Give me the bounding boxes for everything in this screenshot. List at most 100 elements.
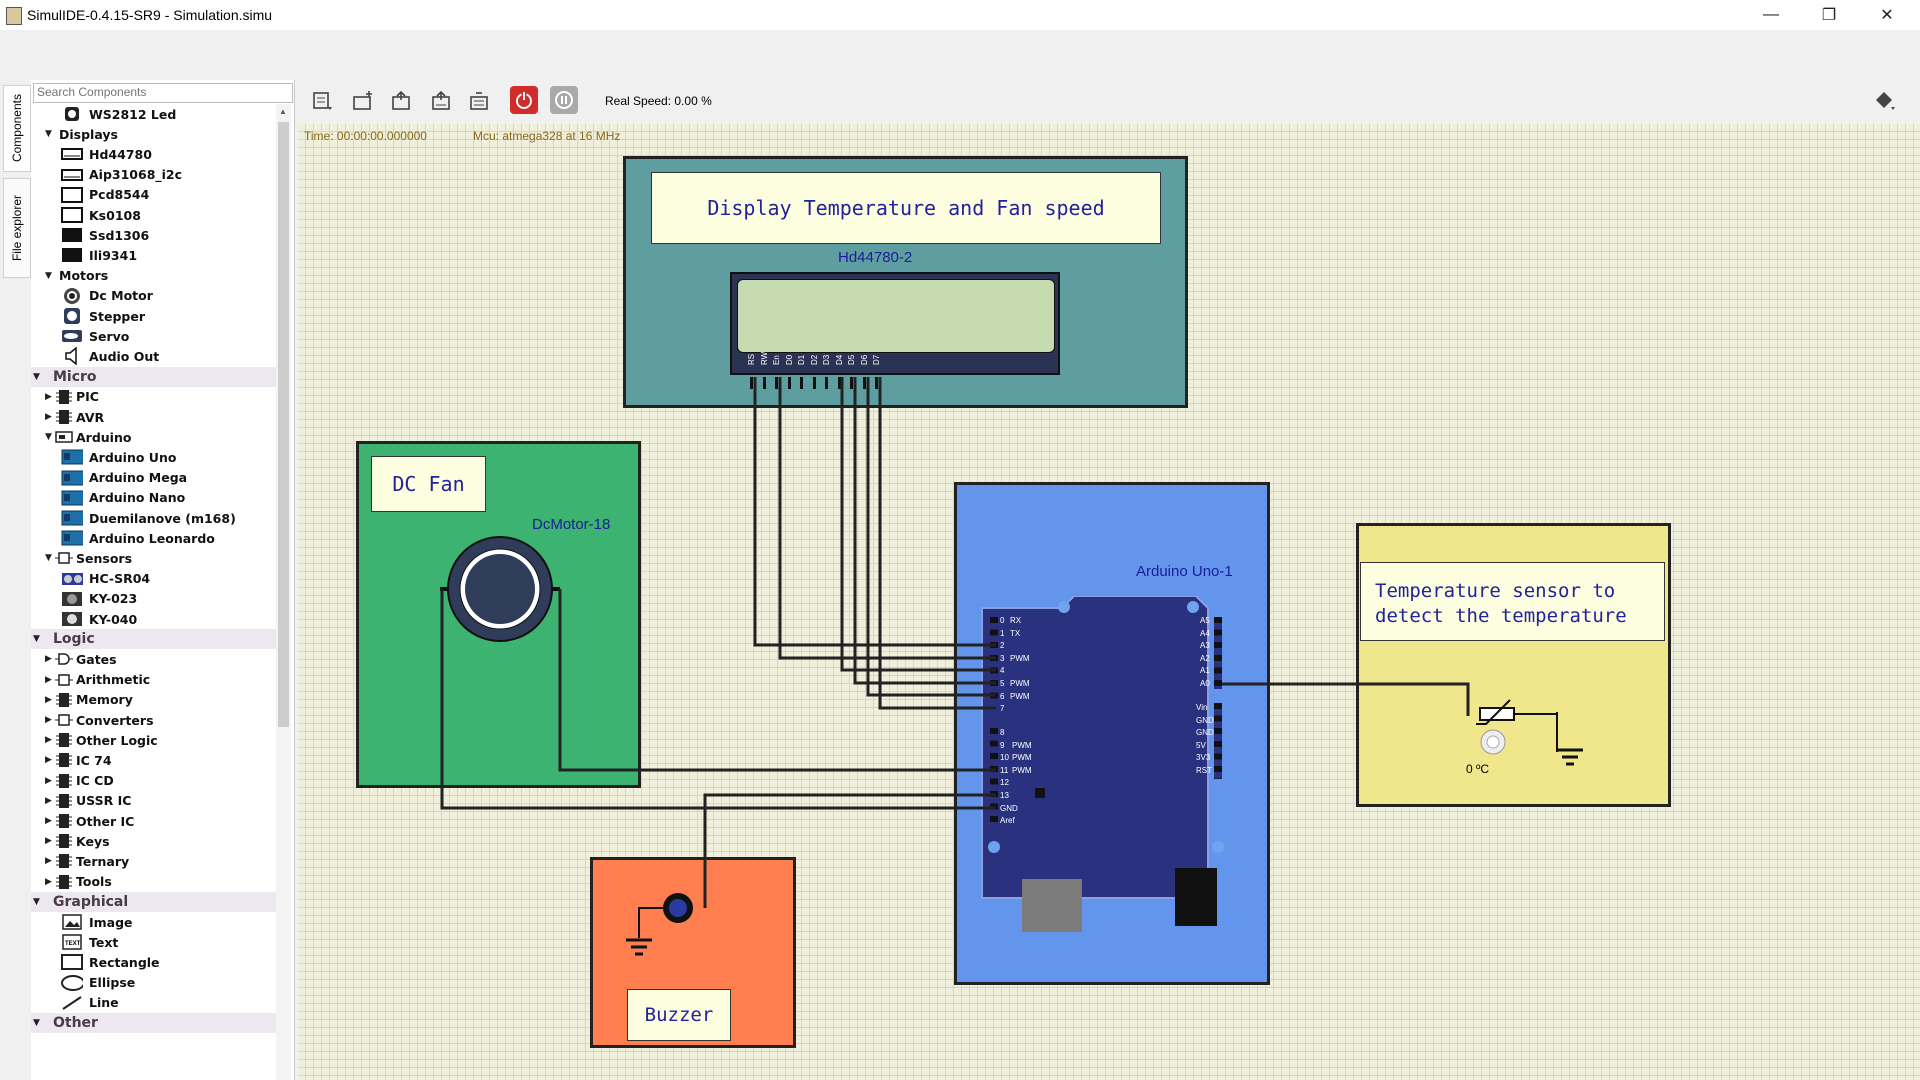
save-as-button[interactable] xyxy=(428,88,454,114)
collapsed-arrow-icon[interactable]: ▶ xyxy=(45,755,52,765)
collapsed-arrow-icon[interactable]: ▶ xyxy=(45,735,52,745)
search-input[interactable] xyxy=(34,84,290,100)
tree-subgroup-ternary[interactable]: ▶ Ternary xyxy=(31,851,276,871)
arduino-pin-header[interactable] xyxy=(990,728,998,828)
collapsed-arrow-icon[interactable]: ▶ xyxy=(45,856,52,866)
save-circuit-button[interactable] xyxy=(388,88,414,114)
tree-item-ssd1306[interactable]: Ssd1306 xyxy=(31,225,276,245)
lcd-note[interactable]: Display Temperature and Fan speed xyxy=(651,172,1161,244)
tree-item-text[interactable]: TEXT Text xyxy=(31,932,276,952)
lcd-pin[interactable] xyxy=(862,377,866,389)
lcd-pin[interactable] xyxy=(775,377,778,389)
lcd-pin[interactable] xyxy=(812,377,816,389)
tree-group-motors[interactable]: ▼ Motors xyxy=(31,266,276,286)
lcd-pin[interactable] xyxy=(875,377,878,389)
collapsed-arrow-icon[interactable]: ▶ xyxy=(45,877,52,887)
tree-item-image[interactable]: Image xyxy=(31,912,276,932)
tree-item-aip31068-i2c[interactable]: Aip31068_i2c xyxy=(31,165,276,185)
info-menu-button[interactable] xyxy=(1872,88,1898,114)
pause-button[interactable] xyxy=(550,86,578,114)
tree-item-ws2812-led[interactable]: WS2812 Led xyxy=(31,104,276,124)
tree-subgroup-converters[interactable]: ▶ Converters xyxy=(31,710,276,730)
lcd-pin[interactable] xyxy=(750,377,753,389)
export-button[interactable] xyxy=(466,88,492,114)
tree-category-micro[interactable]: ▼ Micro xyxy=(31,366,276,387)
collapsed-arrow-icon[interactable]: ▶ xyxy=(45,654,52,664)
tree-subgroup-gates[interactable]: ▶ Gates xyxy=(31,649,276,669)
tree-item-stepper[interactable]: Stepper xyxy=(31,306,276,326)
new-circuit-button[interactable] xyxy=(310,88,336,114)
close-button[interactable]: ✕ xyxy=(1864,0,1910,30)
collapsed-arrow-icon[interactable]: ▶ xyxy=(45,695,52,705)
tree-item-arduino-uno[interactable]: Arduino Uno xyxy=(31,447,276,467)
arduino-pin-header[interactable] xyxy=(1214,703,1222,779)
arduino-pin-header[interactable] xyxy=(990,617,998,703)
tab-components[interactable]: Components xyxy=(3,85,31,172)
tab-file-explorer[interactable]: File explorer xyxy=(3,178,31,278)
tree-subgroup-ic-74[interactable]: ▶ IC 74 xyxy=(31,750,276,770)
lcd-pin[interactable] xyxy=(762,377,766,389)
tree-item-ellipse[interactable]: Ellipse xyxy=(31,973,276,993)
tree-item-servo[interactable]: Servo xyxy=(31,326,276,346)
tree-scrollbar[interactable]: ▲ xyxy=(276,104,291,1080)
lcd-pin[interactable] xyxy=(850,377,853,389)
tree-item-ks0108[interactable]: Ks0108 xyxy=(31,205,276,225)
tree-item-ky-023[interactable]: KY-023 xyxy=(31,589,276,609)
buzzer-note[interactable]: Buzzer xyxy=(627,989,731,1041)
collapsed-arrow-icon[interactable]: ▶ xyxy=(45,392,52,402)
lcd-pin[interactable] xyxy=(787,377,791,389)
tree-category-logic[interactable]: ▼ Logic xyxy=(31,629,276,650)
tree-category-graphical[interactable]: ▼ Graphical xyxy=(31,891,276,912)
collapsed-arrow-icon[interactable]: ▶ xyxy=(45,816,52,826)
sensor-note[interactable]: Temperature sensor to detect the tempera… xyxy=(1360,562,1665,641)
expanded-arrow-icon[interactable]: ▼ xyxy=(45,129,52,139)
tree-subgroup-sensors[interactable]: ▼ Sensors xyxy=(31,548,276,568)
expanded-arrow-icon[interactable]: ▼ xyxy=(33,1018,40,1028)
tree-item-arduino-leonardo[interactable]: Arduino Leonardo xyxy=(31,528,276,548)
tree-subgroup-avr[interactable]: ▶ AVR xyxy=(31,407,276,427)
tree-subgroup-other-ic[interactable]: ▶ Other IC xyxy=(31,811,276,831)
tree-subgroup-keys[interactable]: ▶ Keys xyxy=(31,831,276,851)
tree-item-pcd8544[interactable]: Pcd8544 xyxy=(31,185,276,205)
collapsed-arrow-icon[interactable]: ▶ xyxy=(45,836,52,846)
tree-item-duemilanove-m168[interactable]: Duemilanove (m168) xyxy=(31,508,276,528)
expanded-arrow-icon[interactable]: ▼ xyxy=(33,634,40,644)
restore-button[interactable]: ❐ xyxy=(1806,0,1852,30)
tree-subgroup-ic-cd[interactable]: ▶ IC CD xyxy=(31,771,276,791)
tree-item-line[interactable]: Line xyxy=(31,993,276,1013)
tree-item-ili9341[interactable]: Ili9341 xyxy=(31,245,276,265)
collapsed-arrow-icon[interactable]: ▶ xyxy=(45,776,52,786)
tree-item-audio-out[interactable]: Audio Out xyxy=(31,346,276,366)
arduino-board[interactable] xyxy=(980,596,1230,932)
tree-subgroup-arduino[interactable]: ▼ Arduino xyxy=(31,427,276,447)
tree-item-dc-motor[interactable]: Dc Motor xyxy=(31,286,276,306)
tree-subgroup-arithmetic[interactable]: ▶ Arithmetic xyxy=(31,670,276,690)
fan-note[interactable]: DC Fan xyxy=(371,456,486,512)
tree-item-rectangle[interactable]: Rectangle xyxy=(31,952,276,972)
expanded-arrow-icon[interactable]: ▼ xyxy=(45,553,52,563)
collapsed-arrow-icon[interactable]: ▶ xyxy=(45,715,52,725)
buzzer[interactable] xyxy=(610,893,720,973)
collapsed-arrow-icon[interactable]: ▶ xyxy=(45,412,52,422)
minimize-button[interactable]: — xyxy=(1748,0,1794,30)
dc-motor[interactable] xyxy=(440,535,560,645)
lcd-pin[interactable] xyxy=(825,377,828,389)
expanded-arrow-icon[interactable]: ▼ xyxy=(33,372,40,382)
lcd-pin[interactable] xyxy=(837,377,841,389)
tree-subgroup-ussr-ic[interactable]: ▶ USSR IC xyxy=(31,791,276,811)
scrollbar-thumb[interactable] xyxy=(278,122,289,727)
scroll-up-arrow-icon[interactable]: ▲ xyxy=(279,107,287,116)
tree-item-ky-040[interactable]: KY-040 xyxy=(31,609,276,629)
tree-subgroup-tools[interactable]: ▶ Tools xyxy=(31,872,276,892)
expanded-arrow-icon[interactable]: ▼ xyxy=(33,897,40,907)
open-circuit-button[interactable] xyxy=(350,88,376,114)
tree-category-other[interactable]: ▼ Other xyxy=(31,1013,276,1033)
tree-item-arduino-nano[interactable]: Arduino Nano xyxy=(31,488,276,508)
expanded-arrow-icon[interactable]: ▼ xyxy=(45,271,52,281)
collapsed-arrow-icon[interactable]: ▶ xyxy=(45,675,52,685)
tree-group-displays[interactable]: ▼ Displays xyxy=(31,124,276,144)
arduino-pin-header[interactable] xyxy=(1214,617,1222,689)
power-button[interactable] xyxy=(510,86,538,114)
tree-subgroup-other-logic[interactable]: ▶ Other Logic xyxy=(31,730,276,750)
collapsed-arrow-icon[interactable]: ▶ xyxy=(45,796,52,806)
